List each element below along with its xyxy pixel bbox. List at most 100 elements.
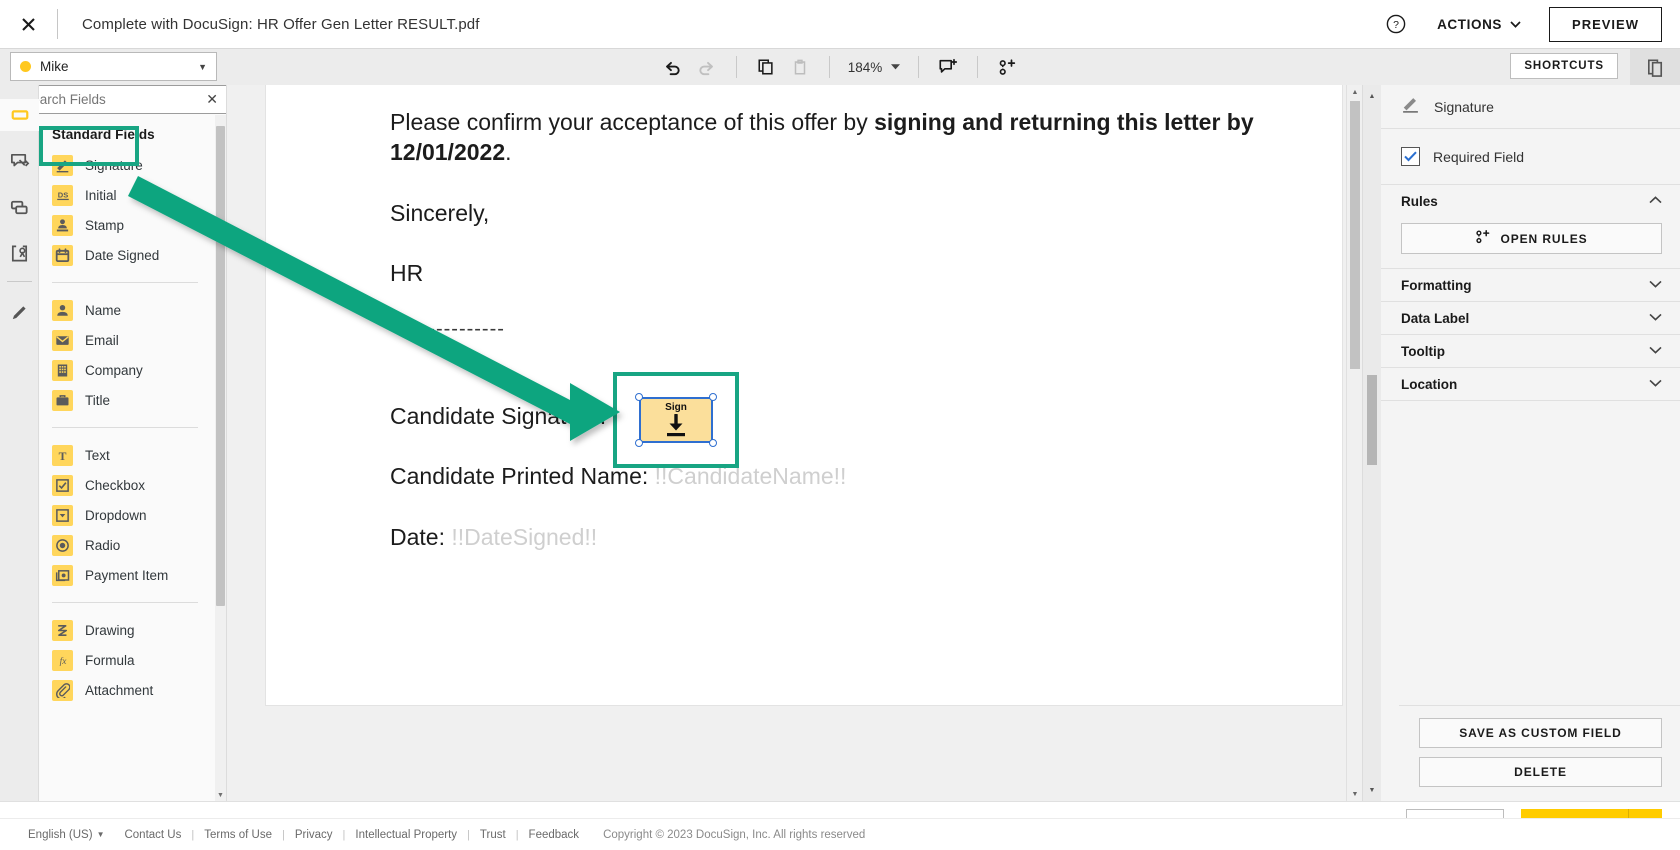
section-title: Tooltip (1401, 343, 1445, 359)
chevron-down-icon: ▼ (96, 830, 105, 839)
document-text: Please confirm your acceptance of this o… (390, 107, 1290, 552)
footer-divider: | (467, 828, 470, 841)
field-label: Initial (85, 187, 117, 203)
field-item-dropdown[interactable]: Dropdown (39, 500, 226, 530)
footer-link-privacy[interactable]: Privacy (295, 829, 333, 841)
copy-icon[interactable] (749, 53, 783, 81)
field-item-formula[interactable]: fx Formula (39, 645, 226, 675)
sidebar-item-recipient-fields[interactable] (0, 237, 39, 269)
undo-icon[interactable] (656, 53, 690, 81)
section-data-label[interactable]: Data Label (1381, 302, 1680, 334)
sidebar-item-markup[interactable] (0, 296, 39, 328)
field-item-signature[interactable]: Signature (39, 150, 226, 180)
redo-icon[interactable] (690, 53, 724, 81)
doc-para1-lead: Please confirm your acceptance of this o… (390, 109, 875, 135)
rules-icon[interactable] (990, 53, 1024, 81)
drawing-icon (52, 619, 73, 641)
section-formatting[interactable]: Formatting (1381, 269, 1680, 301)
field-item-checkbox[interactable]: Checkbox (39, 470, 226, 500)
standard-fields-title: Standard Fields (52, 127, 155, 142)
chevron-down-icon (1649, 345, 1662, 357)
document-page[interactable]: Please confirm your acceptance of this o… (266, 85, 1342, 705)
field-item-text[interactable]: T Text (39, 440, 226, 470)
doc-vscroll-thumb[interactable] (1350, 101, 1360, 369)
properties-scroll-down[interactable]: ▼ (1363, 783, 1381, 797)
required-field-checkbox[interactable] (1401, 147, 1420, 166)
document-canvas[interactable]: Please confirm your acceptance of this o… (227, 85, 1362, 801)
section-location[interactable]: Location (1381, 368, 1680, 400)
envelope-icon (52, 329, 73, 351)
field-item-date-signed[interactable]: Date Signed (39, 240, 226, 270)
custom-fields-icon (11, 153, 30, 166)
formula-fx-icon: fx (52, 649, 73, 671)
dropdown-icon (52, 504, 73, 526)
section-rules[interactable]: Rules (1381, 185, 1680, 217)
open-rules-button[interactable]: OPEN RULES (1401, 223, 1662, 254)
chevron-up-icon (1649, 195, 1662, 207)
resize-handle-tl[interactable] (635, 393, 643, 401)
doc-scroll-up[interactable]: ▲ (1347, 85, 1363, 99)
field-item-title[interactable]: Title (39, 385, 226, 415)
doc-hr: HR (390, 260, 424, 287)
fields-scrollbar[interactable] (215, 115, 226, 801)
footer-link-intellectual-property[interactable]: Intellectual Property (355, 829, 457, 841)
fields-scroll-thumb[interactable] (216, 126, 225, 606)
help-circle-icon[interactable]: ? (1385, 13, 1407, 35)
chevron-down-icon (1649, 378, 1662, 390)
placed-signature-tab-wrapper[interactable]: Sign (613, 372, 739, 468)
signature-tab[interactable]: Sign (639, 397, 713, 443)
pages-panel-icon[interactable] (1630, 49, 1680, 85)
doc-paragraph-1: Please confirm your acceptance of this o… (390, 107, 1290, 168)
footer-link-trust[interactable]: Trust (480, 829, 506, 841)
sidebar-item-custom-fields[interactable] (0, 145, 39, 177)
add-comment-icon[interactable] (931, 53, 965, 81)
doc-scroll-down[interactable]: ▼ (1347, 787, 1363, 801)
shortcuts-button[interactable]: SHORTCUTS (1510, 53, 1618, 79)
payment-icon (52, 564, 73, 586)
section-title: Formatting (1401, 277, 1472, 293)
properties-scroll-thumb[interactable] (1367, 375, 1377, 465)
footer-link-feedback[interactable]: Feedback (529, 829, 580, 841)
footer-link-terms-of-use[interactable]: Terms of Use (204, 829, 272, 841)
footer-link-contact-us[interactable]: Contact Us (124, 829, 181, 841)
resize-handle-tr[interactable] (709, 393, 717, 401)
signature-icon (52, 154, 73, 176)
properties-scrollbar[interactable]: ▲ ▼ (1363, 85, 1381, 801)
language-label: English (US) (28, 828, 93, 841)
recipient-dropdown[interactable]: Mike ▼ (10, 52, 217, 81)
properties-scroll-up[interactable]: ▲ (1363, 89, 1381, 103)
delete-field-button[interactable]: DELETE (1419, 757, 1662, 787)
resize-handle-br[interactable] (709, 439, 717, 447)
field-item-attachment[interactable]: Attachment (39, 675, 226, 705)
language-selector[interactable]: English (US) ▼ (28, 829, 104, 841)
fields-icon (11, 110, 28, 120)
sidebar-item-fields[interactable] (0, 99, 39, 131)
field-item-radio[interactable]: Radio (39, 530, 226, 560)
actions-menu-button[interactable]: ACTIONS (1437, 17, 1521, 32)
preview-button[interactable]: PREVIEW (1549, 6, 1662, 42)
page-footer: English (US) ▼ Contact Us | Terms of Use… (0, 818, 1680, 850)
field-item-payment[interactable]: Payment Item (39, 560, 226, 590)
fields-scroll-down[interactable]: ▼ (215, 790, 226, 801)
field-item-email[interactable]: Email (39, 325, 226, 355)
section-tooltip[interactable]: Tooltip (1381, 335, 1680, 367)
close-icon[interactable] (15, 11, 41, 37)
zoom-level-value: 184% (847, 59, 883, 75)
document-vertical-scrollbar[interactable]: ▲ ▼ (1346, 85, 1362, 801)
field-item-initial[interactable]: DS Initial (39, 180, 226, 210)
field-type-label: Signature (1434, 98, 1494, 115)
initial-icon: DS (52, 184, 73, 206)
required-field-row[interactable]: Required Field (1381, 129, 1680, 185)
search-input[interactable] (39, 92, 201, 107)
field-item-company[interactable]: Company (39, 355, 226, 385)
paste-icon[interactable] (783, 53, 817, 81)
resize-handle-bl[interactable] (635, 439, 643, 447)
field-label: Title (85, 392, 111, 408)
save-as-custom-field-button[interactable]: SAVE AS CUSTOM FIELD (1419, 718, 1662, 748)
field-item-stamp[interactable]: Stamp (39, 210, 226, 240)
field-item-name[interactable]: Name (39, 295, 226, 325)
sidebar-item-merge-fields[interactable] (0, 191, 39, 223)
zoom-level-dropdown[interactable]: 184% (842, 60, 907, 75)
field-item-drawing[interactable]: Drawing (39, 615, 226, 645)
clear-icon[interactable]: ✕ (200, 91, 218, 108)
